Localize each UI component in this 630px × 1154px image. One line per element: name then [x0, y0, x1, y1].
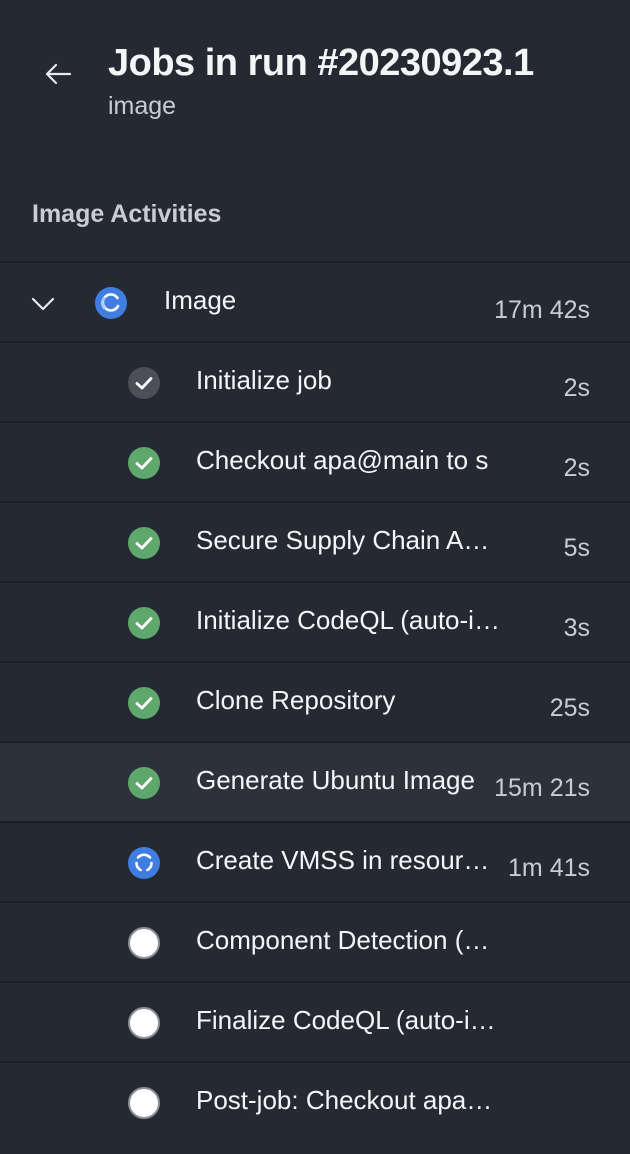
pending-circle-icon [127, 926, 161, 960]
pending-circle-icon [127, 1086, 161, 1120]
job-step-list: Image 17m 42s Initialize job 2s Checkout… [0, 261, 630, 1141]
step-row[interactable]: Finalize CodeQL (auto-injected) [0, 981, 630, 1061]
page-title: Jobs in run #20230923.1 [108, 42, 534, 84]
page-subtitle: image [108, 92, 177, 120]
pending-circle-icon [127, 1006, 161, 1040]
job-name: Image [164, 285, 237, 315]
step-name: Component Detection (auto-injected) [196, 925, 502, 955]
chevron-down-icon[interactable] [28, 289, 58, 319]
arrow-left-icon [45, 63, 72, 85]
step-name: Post-job: Checkout apa@main [196, 1085, 502, 1115]
step-duration: 15m 21s [494, 774, 590, 802]
step-name: Clone Repository [196, 685, 396, 715]
check-circle-icon [127, 446, 161, 480]
in-progress-icon [127, 846, 161, 880]
step-row[interactable]: Create VMSS in resource group 1m 41s [0, 821, 630, 901]
back-button[interactable] [38, 56, 78, 92]
step-row-selected[interactable]: Generate Ubuntu Image 15m 21s [0, 741, 630, 821]
step-row[interactable]: Initialize job 2s [0, 341, 630, 421]
header: Jobs in run #20230923.1 image [0, 0, 630, 140]
step-row[interactable]: Component Detection (auto-injected) [0, 901, 630, 981]
job-duration: 17m 42s [494, 296, 590, 324]
check-circle-icon [127, 366, 161, 400]
step-name: Checkout apa@main to s [196, 445, 489, 475]
section-title: Image Activities [32, 200, 222, 228]
step-name: Initialize CodeQL (auto-injected) [196, 605, 502, 635]
step-row[interactable]: Secure Supply Chain Analysis 5s [0, 501, 630, 581]
check-circle-icon [127, 766, 161, 800]
step-duration: 5s [563, 534, 590, 562]
step-name: Initialize job [196, 365, 332, 395]
step-duration: 2s [563, 454, 590, 482]
step-duration: 25s [549, 694, 590, 722]
in-progress-icon [94, 286, 128, 320]
step-name: Secure Supply Chain Analysis [196, 525, 502, 555]
job-row-image[interactable]: Image 17m 42s [0, 261, 630, 341]
step-name: Create VMSS in resource group [196, 845, 502, 875]
check-circle-icon [127, 606, 161, 640]
step-row[interactable]: Post-job: Checkout apa@main [0, 1061, 630, 1141]
check-circle-icon [127, 686, 161, 720]
step-row[interactable]: Clone Repository 25s [0, 661, 630, 741]
step-duration: 1m 41s [508, 854, 590, 882]
step-row[interactable]: Initialize CodeQL (auto-injected) 3s [0, 581, 630, 661]
check-circle-icon [127, 526, 161, 560]
step-duration: 3s [563, 614, 590, 642]
step-duration: 2s [563, 374, 590, 402]
step-name: Finalize CodeQL (auto-injected) [196, 1005, 502, 1035]
step-name: Generate Ubuntu Image [196, 765, 475, 795]
step-row[interactable]: Checkout apa@main to s 2s [0, 421, 630, 501]
